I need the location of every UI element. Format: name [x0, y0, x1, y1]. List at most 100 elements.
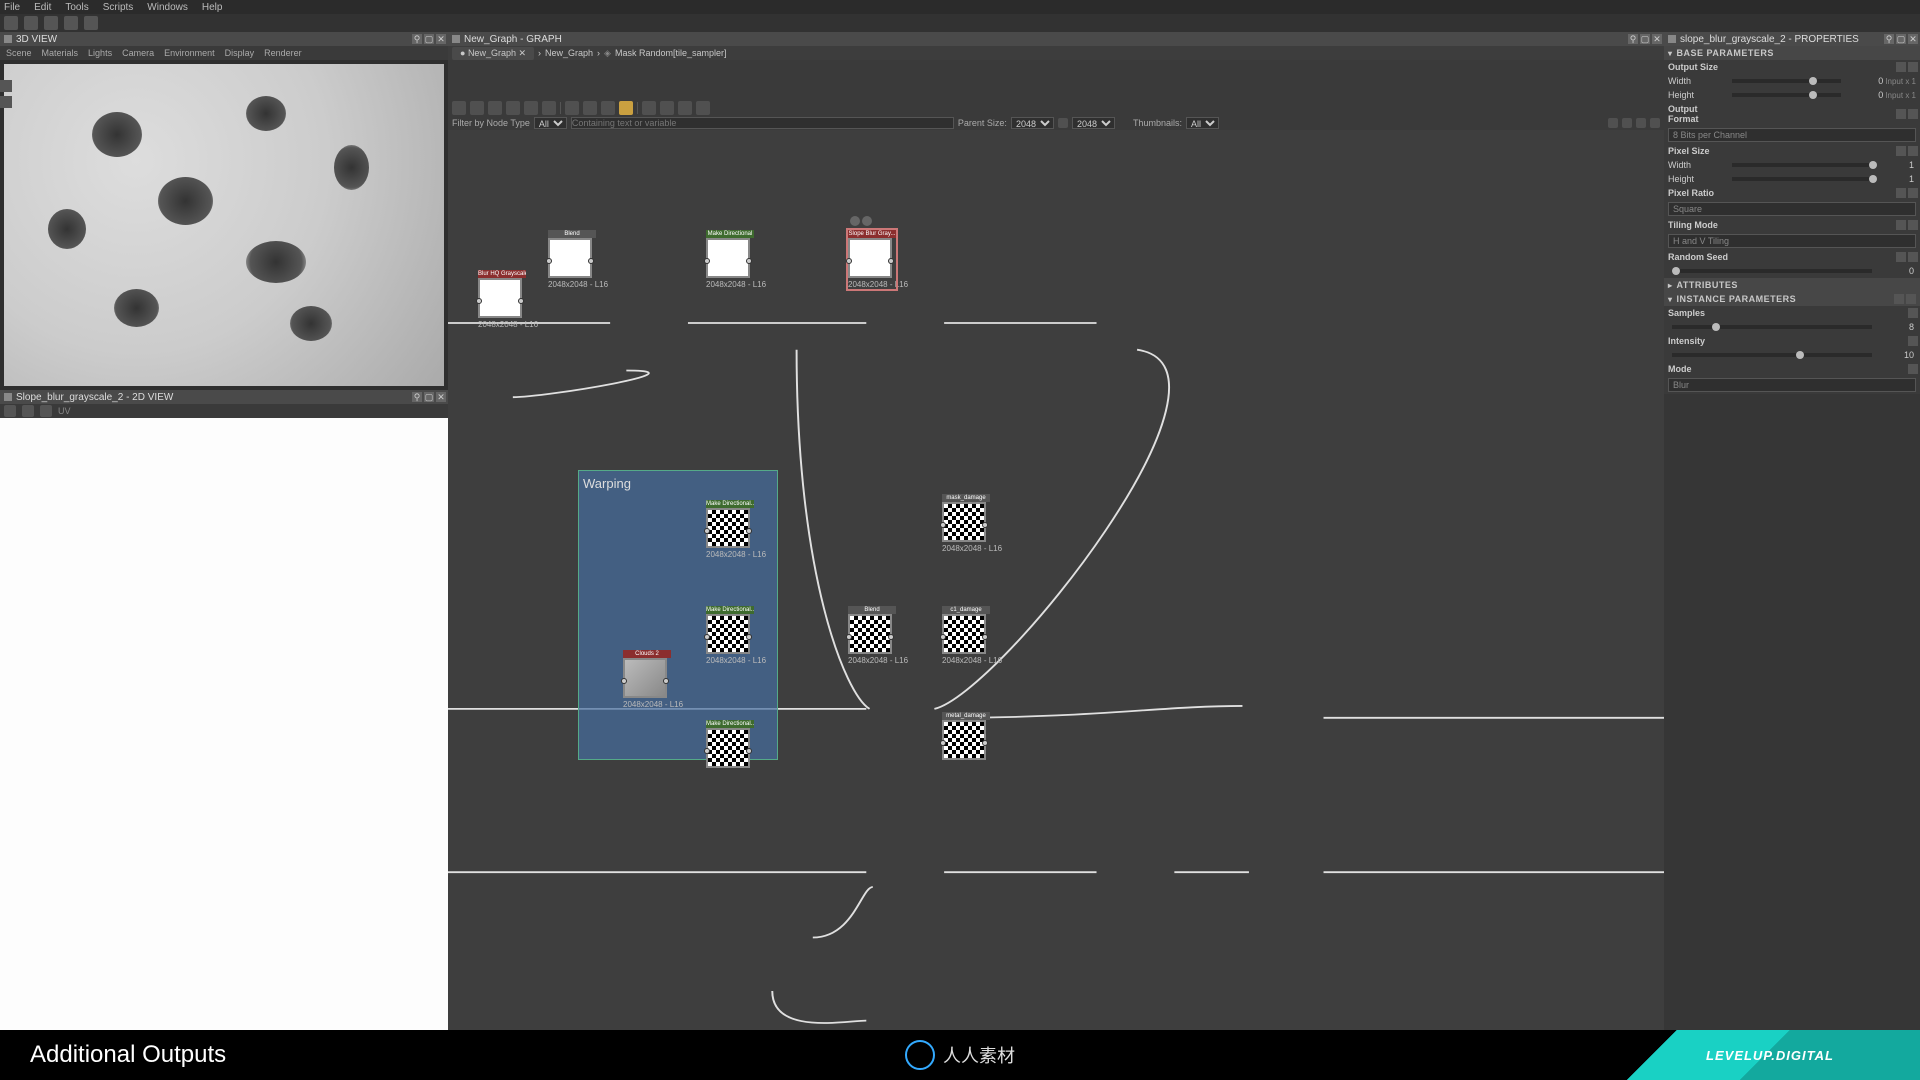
menu-windows[interactable]: Windows [147, 2, 188, 13]
zoom-1-icon[interactable] [542, 101, 556, 115]
anchor-icon[interactable] [642, 101, 656, 115]
node-blur-hq[interactable]: Blur HQ Grayscale 2048x2048 - L16 [478, 270, 526, 329]
sub-camera[interactable]: Camera [122, 48, 154, 58]
3d-viewport[interactable] [4, 64, 444, 386]
2d-viewport[interactable]: 2048 x 2048 (Grayscale, 16bpc) [0, 418, 448, 1066]
camera-icon[interactable] [506, 101, 520, 115]
node-make-dir-3[interactable]: Make Directional... 2048x2048 - L16 [706, 606, 754, 665]
frame-icon[interactable] [565, 101, 579, 115]
atom-icon[interactable] [470, 101, 484, 115]
view1-icon[interactable] [1608, 118, 1618, 128]
sub-renderer[interactable]: Renderer [264, 48, 302, 58]
sub-materials[interactable]: Materials [42, 48, 79, 58]
filter-text-input[interactable] [571, 117, 954, 129]
restore-icon[interactable]: ▢ [424, 392, 434, 402]
node-clouds[interactable]: Clouds 2 2048x2048 - L16 [623, 650, 671, 709]
menu-help[interactable]: Help [202, 2, 223, 13]
node-make-dir-4[interactable]: Make Directional... [706, 720, 754, 768]
settings-icon[interactable] [1650, 118, 1660, 128]
menu-edit[interactable]: Edit [34, 2, 51, 13]
sub-environment[interactable]: Environment [164, 48, 215, 58]
menu-icon[interactable] [1908, 62, 1918, 72]
node-mask-damage[interactable]: mask_damage 2048x2048 - L16 [942, 494, 990, 553]
pin-icon[interactable]: ⚲ [412, 392, 422, 402]
link-icon[interactable] [488, 101, 502, 115]
ps-width-slider[interactable] [1732, 163, 1872, 167]
node-make-dir-2[interactable]: Make Directional... 2048x2048 - L16 [706, 500, 754, 559]
graph-canvas[interactable]: Warping Blur HQ Grayscale 2048x2048 - L1… [448, 130, 1664, 1080]
view2-icon[interactable] [1622, 118, 1632, 128]
menu-icon[interactable] [1908, 364, 1918, 374]
menu-icon[interactable] [1908, 220, 1918, 230]
node-metal-damage[interactable]: metal_damage [942, 712, 990, 760]
menu-icon[interactable] [1908, 252, 1918, 262]
ps-height-slider[interactable] [1732, 177, 1872, 181]
reset-icon[interactable] [1896, 109, 1906, 119]
format-select[interactable] [1668, 128, 1916, 142]
menu-icon[interactable] [1908, 109, 1918, 119]
reset-icon[interactable] [1896, 188, 1906, 198]
reset-icon[interactable] [1896, 62, 1906, 72]
align-icon[interactable] [660, 101, 674, 115]
section-base-parameters[interactable]: ▾BASE PARAMETERS [1664, 46, 1920, 60]
crumb-b[interactable]: Mask Random[tile_sampler] [615, 48, 727, 58]
export-icon[interactable] [696, 101, 710, 115]
pin-icon[interactable]: ⚲ [1628, 34, 1638, 44]
info-icon[interactable] [40, 405, 52, 417]
section-attributes[interactable]: ▸ATTRIBUTES [1664, 278, 1920, 292]
mode-select[interactable] [1668, 378, 1916, 392]
save-icon[interactable] [44, 16, 58, 30]
reset-icon[interactable] [1896, 146, 1906, 156]
palette-icon[interactable] [619, 101, 633, 115]
pin-icon[interactable]: ⚲ [412, 34, 422, 44]
target-icon[interactable] [862, 216, 872, 226]
node-icon[interactable] [452, 101, 466, 115]
restore-icon[interactable]: ▢ [424, 34, 434, 44]
crumb-a[interactable]: New_Graph [545, 48, 593, 58]
width-slider[interactable] [1732, 79, 1841, 83]
menu-icon[interactable] [1908, 308, 1918, 318]
eye-icon[interactable] [850, 216, 860, 226]
link-size-icon[interactable] [1058, 118, 1068, 128]
close-icon[interactable]: ✕ [436, 392, 446, 402]
share-icon[interactable] [583, 101, 597, 115]
filter-type-select[interactable]: All [534, 117, 567, 129]
height-slider[interactable] [1732, 93, 1841, 97]
menu-tools[interactable]: Tools [65, 2, 88, 13]
samples-slider[interactable] [1672, 325, 1872, 329]
parent-size-2-select[interactable]: 2048 [1072, 117, 1115, 129]
sub-lights[interactable]: Lights [88, 48, 112, 58]
section-instance-parameters[interactable]: ▾INSTANCE PARAMETERS [1664, 292, 1920, 306]
ratio-select[interactable] [1668, 202, 1916, 216]
undo-icon[interactable] [64, 16, 78, 30]
camera-tool-icon[interactable] [0, 80, 12, 92]
menu-icon[interactable] [1908, 336, 1918, 346]
close-icon[interactable]: ✕ [1908, 34, 1918, 44]
node-slope-blur[interactable]: Slope Blur Gray... 2048x2048 - L16 [848, 230, 896, 289]
copy-icon[interactable] [1894, 294, 1904, 304]
crop-icon[interactable] [678, 101, 692, 115]
zoom-fit-icon[interactable] [524, 101, 538, 115]
redo-icon[interactable] [84, 16, 98, 30]
restore-icon[interactable]: ▢ [1896, 34, 1906, 44]
sub-scene[interactable]: Scene [6, 48, 32, 58]
parent-size-select[interactable]: 2048 [1011, 117, 1054, 129]
menu-icon[interactable] [1908, 146, 1918, 156]
restore-icon[interactable]: ▢ [1640, 34, 1650, 44]
node-c1-damage[interactable]: c1_damage 2048x2048 - L16 [942, 606, 990, 665]
reset-icon[interactable] [1896, 252, 1906, 262]
new-file-icon[interactable] [4, 16, 18, 30]
seed-slider[interactable] [1672, 269, 1872, 273]
open-file-icon[interactable] [24, 16, 38, 30]
node-blend-1[interactable]: Blend 2048x2048 - L16 [548, 230, 596, 289]
light-tool-icon[interactable] [0, 96, 12, 108]
pin-icon[interactable]: ⚲ [1884, 34, 1894, 44]
sub-display[interactable]: Display [225, 48, 255, 58]
thumb-select[interactable]: All [1186, 117, 1219, 129]
graph-tab[interactable]: ● New_Graph ✕ [452, 47, 534, 60]
intensity-slider[interactable] [1672, 353, 1872, 357]
clock-icon[interactable] [601, 101, 615, 115]
menu-icon[interactable] [1908, 188, 1918, 198]
save-image-icon[interactable] [4, 405, 16, 417]
reset-icon[interactable] [1896, 220, 1906, 230]
